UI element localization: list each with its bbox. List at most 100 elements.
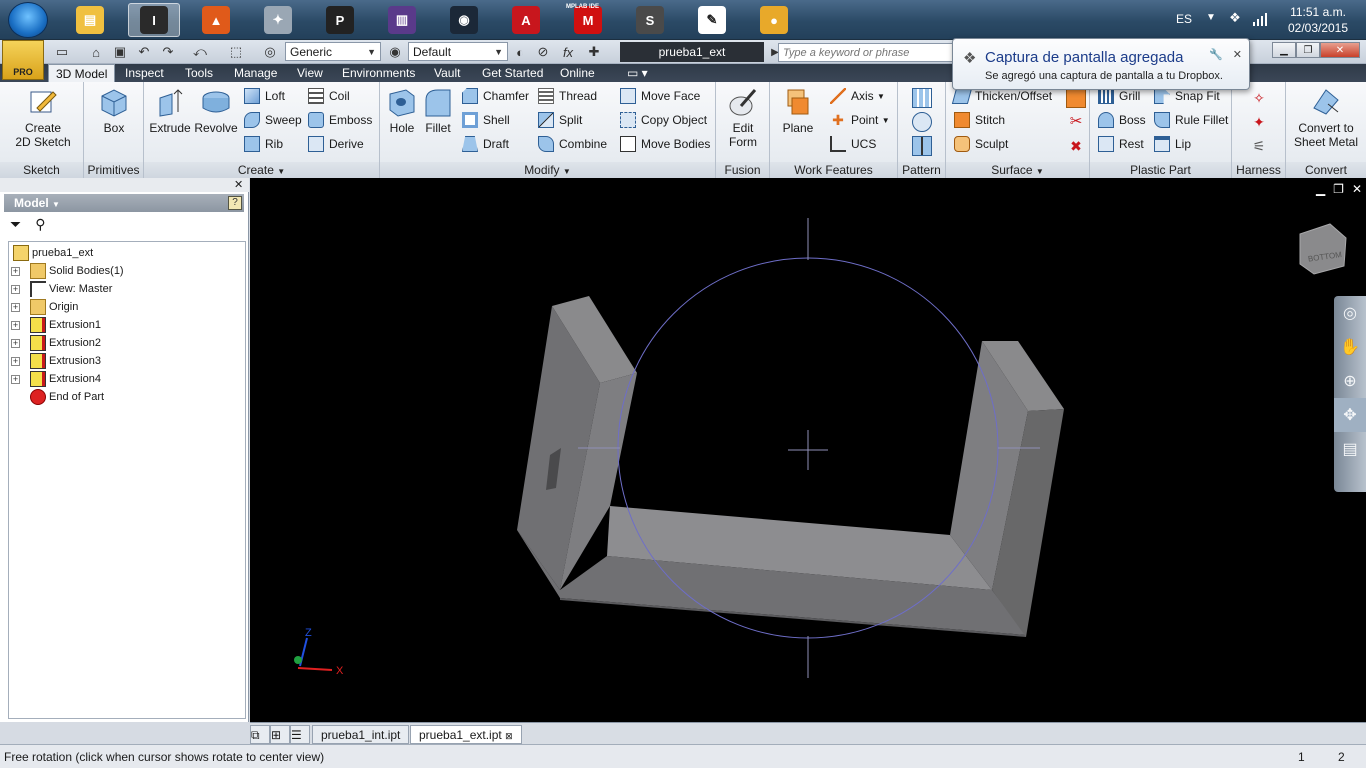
clear-appearance-icon[interactable]: ⊘ — [533, 43, 553, 61]
sweep-button[interactable]: Sweep — [244, 110, 302, 130]
taskbar-app-tool[interactable]: ✦ — [252, 3, 304, 37]
lip-button[interactable]: Lip — [1154, 134, 1191, 154]
circular-pattern-icon[interactable] — [912, 112, 932, 132]
rectangular-pattern-icon[interactable] — [912, 88, 932, 108]
shell-button[interactable]: Shell — [462, 110, 510, 130]
taskbar-app-mplab[interactable]: M MPLAB IDE — [562, 3, 614, 37]
settings-icon[interactable]: 🔧 — [1209, 48, 1223, 61]
look-at-icon[interactable]: ▤ — [1334, 432, 1366, 466]
dropbox-icon[interactable]: ❖ — [1226, 10, 1244, 28]
tree-item[interactable]: + Extrusion2 — [11, 334, 101, 352]
update-icon[interactable]: ◎ — [260, 43, 280, 61]
mirror-icon[interactable] — [912, 136, 932, 156]
panel-modify-label[interactable]: Modify ▼ — [380, 162, 715, 178]
browser-grip[interactable] — [0, 178, 249, 192]
box-button[interactable]: Box — [96, 86, 132, 135]
harness-wire-icon[interactable]: ✧ — [1249, 88, 1269, 108]
filter-icon[interactable]: ⏷ — [10, 216, 21, 236]
expand-icon[interactable]: + — [11, 320, 20, 330]
language-indicator[interactable]: ES — [1176, 12, 1192, 26]
material-select[interactable]: Generic ▼ — [285, 42, 381, 61]
find-icon[interactable]: ⚲ — [35, 216, 45, 236]
doc-tab-prueba1-int[interactable]: prueba1_int.ipt — [312, 725, 410, 744]
move-face-button[interactable]: Move Face — [620, 86, 700, 106]
return-icon[interactable]: ⤺ — [190, 43, 210, 61]
tree-item[interactable]: + Solid Bodies(1) — [11, 262, 124, 280]
expand-icon[interactable]: + — [11, 374, 20, 384]
browser-title[interactable]: Model ▼ — [4, 194, 244, 212]
browser-close-icon[interactable]: ✕ — [234, 178, 243, 191]
taskbar-app-chrome[interactable]: ● — [748, 3, 800, 37]
hole-button[interactable]: Hole — [384, 86, 420, 135]
help-search-input[interactable] — [779, 44, 953, 61]
panel-create-label[interactable]: Create ▼ — [144, 162, 379, 178]
coil-button[interactable]: Coil — [308, 86, 350, 106]
tree-item[interactable]: End of Part — [11, 388, 104, 406]
ipart-icon[interactable]: ✚ — [584, 43, 604, 61]
revolve-button[interactable]: Revolve — [194, 86, 238, 135]
close-button[interactable]: ✕ — [1320, 42, 1360, 58]
orbit-icon[interactable]: ✥ — [1334, 398, 1366, 432]
tab-3d-model[interactable]: 3D Model — [48, 64, 116, 82]
zoom-icon[interactable]: ⊕ — [1334, 364, 1366, 398]
open-file-icon[interactable]: ⌂ — [86, 43, 106, 61]
tab-online[interactable]: Online — [553, 64, 602, 82]
tab-manage[interactable]: Manage — [227, 64, 284, 82]
steering-wheel-icon[interactable]: ◎ — [1334, 296, 1366, 330]
axis-button[interactable]: Axis ▼ — [830, 86, 885, 106]
sculpt-button[interactable]: Sculpt — [954, 134, 1008, 154]
taskbar-app-matlab[interactable]: ▲ — [190, 3, 242, 37]
tree-item[interactable]: + Origin — [11, 298, 78, 316]
rule-fillet-button[interactable]: Rule Fillet — [1154, 110, 1228, 130]
tab-get-started[interactable]: Get Started — [475, 64, 550, 82]
appearance-icon[interactable]: ◉ — [385, 43, 405, 61]
combine-button[interactable]: Combine — [538, 134, 607, 154]
save-icon[interactable]: ▣ — [110, 43, 130, 61]
thread-button[interactable]: Thread — [538, 86, 597, 106]
tab-inspect[interactable]: Inspect — [118, 64, 171, 82]
signal-icon[interactable] — [1252, 12, 1268, 26]
redo-icon[interactable]: ↷ — [158, 43, 178, 61]
tree-item[interactable]: + Extrusion1 — [11, 316, 101, 334]
rib-button[interactable]: Rib — [244, 134, 283, 154]
appearance-select[interactable]: Default ▼ — [408, 42, 508, 61]
application-menu-button[interactable]: PRO — [2, 40, 44, 80]
tree-item[interactable]: prueba1_ext — [13, 244, 93, 262]
move-bodies-button[interactable]: Move Bodies — [620, 134, 710, 154]
taskbar-app-autocad[interactable]: A — [500, 3, 552, 37]
extrude-button[interactable]: Extrude — [148, 86, 192, 135]
cascade-icon[interactable]: ⧉ — [250, 725, 270, 744]
tab-tools[interactable]: Tools — [178, 64, 220, 82]
system-clock[interactable]: 11:51 a.m. 02/03/2015 — [1278, 4, 1358, 36]
tab-vault[interactable]: Vault — [427, 64, 467, 82]
start-button[interactable] — [8, 2, 48, 38]
ucs-button[interactable]: UCS — [830, 134, 876, 154]
doc-tab-prueba1-ext[interactable]: prueba1_ext.ipt ⊠ — [410, 725, 522, 744]
point-button[interactable]: ✚ Point ▼ — [830, 110, 890, 130]
taskbar-app-inkscape[interactable]: ✎ — [686, 3, 738, 37]
boss-button[interactable]: Boss — [1098, 110, 1146, 130]
taskbar-app-mixer[interactable]: ▥ — [376, 3, 428, 37]
minimize-button[interactable]: ▁ — [1272, 42, 1296, 58]
tab-environments[interactable]: Environments — [335, 64, 422, 82]
expand-icon[interactable]: + — [11, 302, 20, 312]
viewport-restore-icon[interactable]: ❐ — [1333, 182, 1344, 196]
derive-button[interactable]: Derive — [308, 134, 364, 154]
undo-icon[interactable]: ↶ — [134, 43, 154, 61]
rest-button[interactable]: Rest — [1098, 134, 1144, 154]
edit-form-button[interactable]: Edit Form — [722, 86, 764, 149]
taskbar-app-explorer[interactable]: ▤ — [64, 3, 116, 37]
model-canvas[interactable]: X Z BOTTOM — [250, 178, 1366, 722]
chamfer-button[interactable]: Chamfer — [462, 86, 529, 106]
copy-object-button[interactable]: Copy Object — [620, 110, 707, 130]
ribbon-options-icon[interactable]: ▭ ▾ — [620, 64, 655, 82]
close-tab-icon[interactable]: ⊠ — [505, 731, 513, 741]
stitch-button[interactable]: Stitch — [954, 110, 1005, 130]
viewcube[interactable] — [1299, 223, 1347, 275]
menu-icon[interactable]: ☰ — [290, 725, 310, 744]
plane-button[interactable]: Plane — [776, 86, 820, 135]
tree-item[interactable]: + Extrusion4 — [11, 370, 101, 388]
split-button[interactable]: Split — [538, 110, 582, 130]
select-icon[interactable]: ⬚ — [226, 43, 246, 61]
taskbar-app-inventor[interactable]: I — [128, 3, 180, 37]
